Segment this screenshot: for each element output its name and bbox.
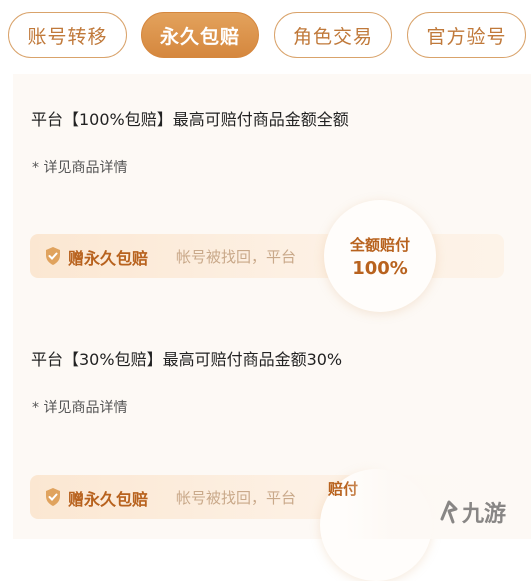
section-title: 平台【100%包赔】最高可赔付商品金额全额 [31, 110, 349, 129]
tab-official-verification[interactable]: 官方验号 [407, 12, 526, 58]
badge-percent: 100% [352, 258, 408, 279]
watermark: 九游 [438, 496, 506, 528]
shield-check-icon [46, 488, 60, 506]
details-note: * 详见商品详情 [32, 400, 128, 416]
shield-check-icon [46, 247, 60, 265]
details-note: * 详见商品详情 [32, 160, 128, 176]
tab-account-transfer[interactable]: 账号转移 [8, 12, 127, 58]
tab-bar: 账号转移 永久包赔 角色交易 官方验号 [0, 0, 531, 74]
watermark-text: 九游 [462, 502, 507, 527]
bar-label: 赠永久包赔 [68, 249, 149, 268]
compensation-badge: 全额赔付 100% [324, 200, 436, 312]
section-title: 平台【30%包赔】最高可赔付商品金额30% [31, 350, 343, 369]
bar-label: 赠永久包赔 [68, 490, 149, 509]
tab-role-trading[interactable]: 角色交易 [274, 12, 392, 58]
jiuyou-logo-icon [440, 500, 458, 524]
bar-description: 帐号被找回，平台 [176, 248, 297, 266]
badge-label: 全额赔付 [349, 236, 410, 254]
tab-permanent-compensation[interactable]: 永久包赔 [141, 12, 259, 58]
bar-description: 帐号被找回，平台 [176, 489, 297, 507]
